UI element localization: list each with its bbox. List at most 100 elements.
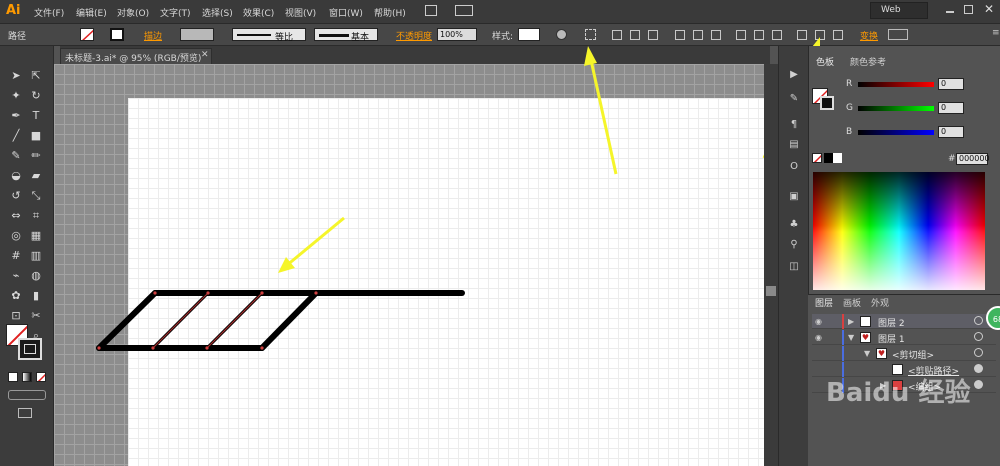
distribute-left-icon[interactable]: [797, 30, 807, 40]
layer-row[interactable]: ◉ ▼ ♥ 图层 1: [812, 330, 996, 345]
target-icon[interactable]: [974, 332, 983, 341]
variable-width-profile[interactable]: 等比: [232, 28, 306, 43]
opacity-panel-link[interactable]: 不透明度: [396, 29, 432, 42]
vertical-scrollbar[interactable]: [764, 64, 778, 466]
magic-wand-tool-icon[interactable]: ✦: [8, 88, 24, 104]
menu-edit[interactable]: 编辑(E): [76, 6, 107, 19]
workspace-switcher[interactable]: Web: [870, 2, 928, 19]
type-tool-icon[interactable]: T: [28, 108, 44, 124]
target-icon[interactable]: [974, 380, 983, 389]
channel-g-value[interactable]: 0: [938, 102, 964, 114]
tab-appearance[interactable]: 外观: [868, 297, 892, 311]
menu-effect[interactable]: 效果(C): [243, 6, 274, 19]
align-horizontal-center-icon[interactable]: [630, 30, 640, 40]
perspective-grid-tool-icon[interactable]: ▦: [28, 228, 44, 244]
links-icon[interactable]: ⚲: [787, 238, 801, 252]
recolor-artwork-icon[interactable]: [556, 29, 567, 40]
direct-selection-tool-icon[interactable]: ⇱: [28, 68, 44, 84]
document-tab-close-icon[interactable]: ✕: [201, 50, 209, 60]
slice-tool-icon[interactable]: ✂: [28, 308, 44, 324]
eraser-tool-icon[interactable]: ▰: [28, 168, 44, 184]
close-icon[interactable]: ✕: [984, 2, 994, 16]
target-icon[interactable]: [974, 348, 983, 357]
image-trace-icon[interactable]: ◫: [787, 260, 801, 274]
collapse-arrow-icon[interactable]: ▼: [848, 333, 854, 342]
target-icon[interactable]: [974, 316, 983, 325]
distribute-horizontal-center-icon[interactable]: [815, 30, 825, 40]
document-tab[interactable]: 未标题-3.ai* @ 95% (RGB/预览) ✕: [60, 48, 212, 64]
none-mode-icon[interactable]: [36, 372, 46, 382]
visibility-eye-icon[interactable]: ◉: [815, 317, 822, 326]
scroll-thumb[interactable]: [766, 286, 776, 296]
shape-builder-tool-icon[interactable]: ◎: [8, 228, 24, 244]
opacity-field[interactable]: 100%: [437, 28, 477, 41]
color-mode-icon[interactable]: [8, 372, 18, 382]
menu-view[interactable]: 视图(V): [285, 6, 316, 19]
screen-mode-icon[interactable]: [18, 408, 32, 418]
symbol-sprayer-tool-icon[interactable]: ✿: [8, 288, 24, 304]
tab-artboards[interactable]: 画板: [840, 297, 864, 311]
menu-select[interactable]: 选择(S): [202, 6, 233, 19]
align-left-icon[interactable]: [612, 30, 622, 40]
play-action-icon[interactable]: ▶: [787, 68, 801, 82]
stroke-color-indicator[interactable]: [18, 338, 42, 360]
target-icon[interactable]: [974, 364, 983, 373]
rotate-tool-icon[interactable]: ↺: [8, 188, 24, 204]
symbols-icon[interactable]: ♣: [787, 218, 801, 232]
graphic-style-swatch[interactable]: [518, 28, 540, 41]
stroke-weight-field[interactable]: [180, 28, 214, 41]
column-graph-tool-icon[interactable]: ▮: [28, 288, 44, 304]
expand-arrow-icon[interactable]: ▶: [848, 317, 854, 326]
maximize-icon[interactable]: [964, 5, 973, 14]
opentype-icon[interactable]: O: [787, 160, 801, 174]
isolate-group-icon[interactable]: [888, 29, 908, 40]
gradient-tool-icon[interactable]: ▥: [28, 248, 44, 264]
menu-object[interactable]: 对象(O): [117, 6, 149, 19]
channel-b-value[interactable]: 0: [938, 126, 964, 138]
channel-g-slider[interactable]: [858, 106, 934, 111]
drawing-modes-icon[interactable]: [8, 390, 46, 400]
lasso-tool-icon[interactable]: ↻: [28, 88, 44, 104]
color-panel-stroke-swatch[interactable]: [820, 96, 834, 110]
free-transform-tool-icon[interactable]: ⌗: [28, 208, 44, 224]
distribute-right-icon[interactable]: [833, 30, 843, 40]
align-bottom-icon[interactable]: [711, 30, 721, 40]
scale-tool-icon[interactable]: ⤡: [28, 188, 44, 204]
distribute-vertical-center-icon[interactable]: [754, 30, 764, 40]
layer-row[interactable]: ◉ ▶ 图层 2: [812, 314, 996, 329]
pencil-tool-icon[interactable]: ✏: [28, 148, 44, 164]
align-panel-icon[interactable]: ▣: [787, 190, 801, 204]
channel-r-slider[interactable]: [858, 82, 934, 87]
parallelogram-artwork[interactable]: [96, 290, 465, 351]
hex-value-field[interactable]: 000000: [956, 153, 990, 165]
transform-panel-link[interactable]: 变换: [860, 29, 878, 42]
collapse-arrow-icon[interactable]: ▼: [864, 349, 870, 358]
swatches-icon[interactable]: ▤: [787, 138, 801, 152]
channel-b-slider[interactable]: [858, 130, 934, 135]
paragraph-icon[interactable]: ¶: [787, 118, 801, 132]
white-swatch[interactable]: [833, 153, 842, 163]
eyedropper-tool-icon[interactable]: ⌁: [8, 268, 24, 284]
menu-type[interactable]: 文字(T): [160, 6, 191, 19]
blob-brush-tool-icon[interactable]: ◒: [8, 168, 24, 184]
mesh-tool-icon[interactable]: #: [8, 248, 24, 264]
stroke-panel-link[interactable]: 描边: [144, 29, 162, 42]
brush-definition[interactable]: 基本: [314, 28, 378, 43]
stroke-swatch[interactable]: [110, 28, 124, 41]
line-tool-icon[interactable]: ╱: [8, 128, 24, 144]
control-bar-menu-icon[interactable]: ≡: [992, 28, 1000, 38]
tab-layers[interactable]: 图层: [812, 297, 837, 311]
menu-help[interactable]: 帮助(H): [374, 6, 406, 19]
align-to-selection-icon[interactable]: [585, 29, 596, 40]
menu-file[interactable]: 文件(F): [34, 6, 64, 19]
blend-tool-icon[interactable]: ◍: [28, 268, 44, 284]
layer-row[interactable]: ▼ ♥ <剪切组>: [812, 346, 996, 361]
black-swatch[interactable]: [824, 153, 833, 163]
artboard-tool-icon[interactable]: ⊡: [8, 308, 24, 324]
gradient-mode-icon[interactable]: [22, 372, 32, 382]
tab-color-guide[interactable]: 颜色参考: [847, 56, 889, 70]
brush-panel-icon[interactable]: ✎: [787, 92, 801, 106]
distribute-top-icon[interactable]: [736, 30, 746, 40]
align-right-icon[interactable]: [648, 30, 658, 40]
distribute-bottom-icon[interactable]: [772, 30, 782, 40]
